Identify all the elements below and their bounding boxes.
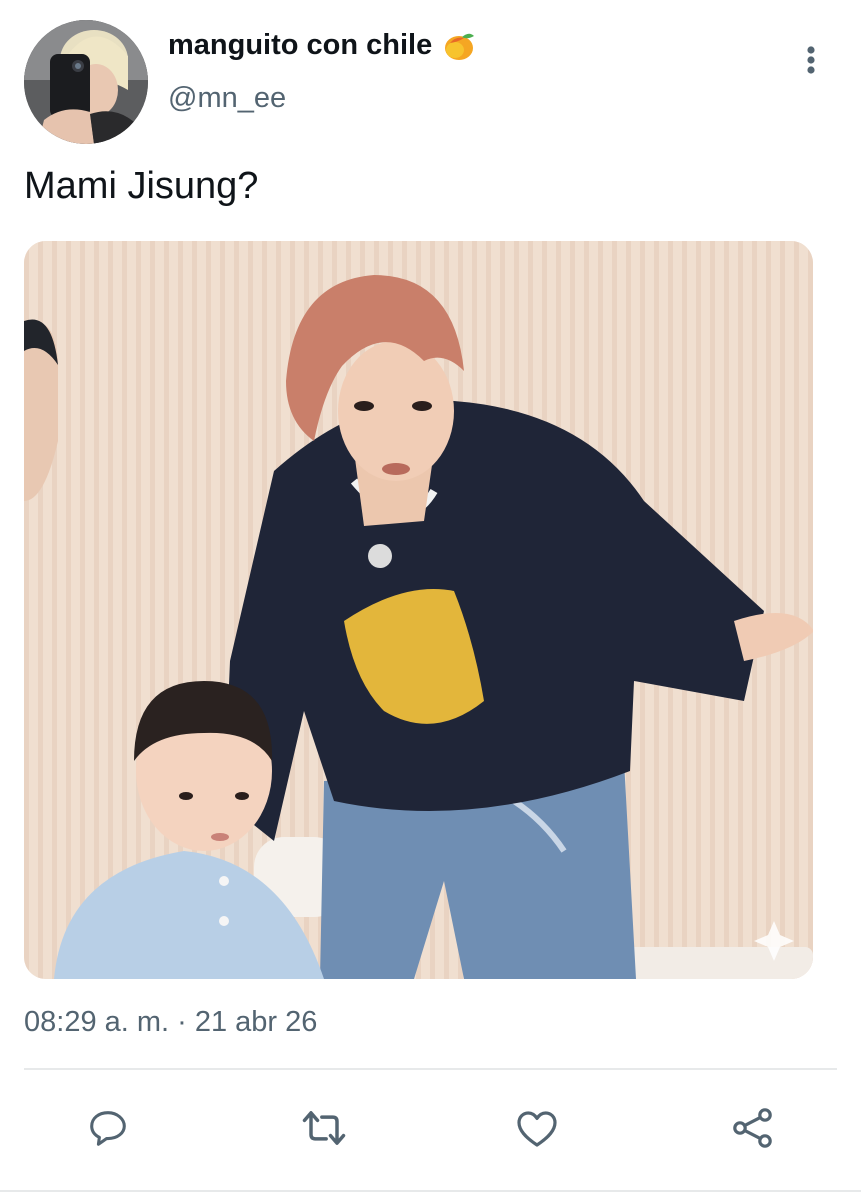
tweet-photo[interactable] (24, 241, 813, 979)
photo-illustration (24, 241, 813, 979)
tweet-timestamp[interactable]: 08:29 a. m. · 21 abr 26 (24, 1006, 317, 1039)
author-handle[interactable]: @mn_ee (168, 82, 286, 115)
share-button[interactable] (725, 1100, 781, 1156)
share-icon (733, 1108, 772, 1148)
more-options-button[interactable] (796, 40, 826, 80)
tweet-text: Mami Jisung? (24, 165, 259, 207)
bottom-divider (0, 1190, 861, 1192)
author-name-text: manguito con chile (168, 28, 433, 61)
reply-icon (90, 1111, 126, 1146)
reply-button[interactable] (80, 1100, 136, 1156)
retweet-icon (302, 1111, 346, 1145)
retweet-button[interactable] (296, 1100, 352, 1156)
author-avatar[interactable] (24, 20, 148, 144)
like-button[interactable] (509, 1100, 565, 1156)
author-name[interactable]: manguito con chile (168, 28, 476, 62)
like-icon (517, 1111, 557, 1147)
more-vertical-icon (807, 46, 815, 74)
avatar-image (24, 20, 148, 144)
mango-emoji-icon (445, 33, 475, 60)
divider (24, 1068, 837, 1070)
